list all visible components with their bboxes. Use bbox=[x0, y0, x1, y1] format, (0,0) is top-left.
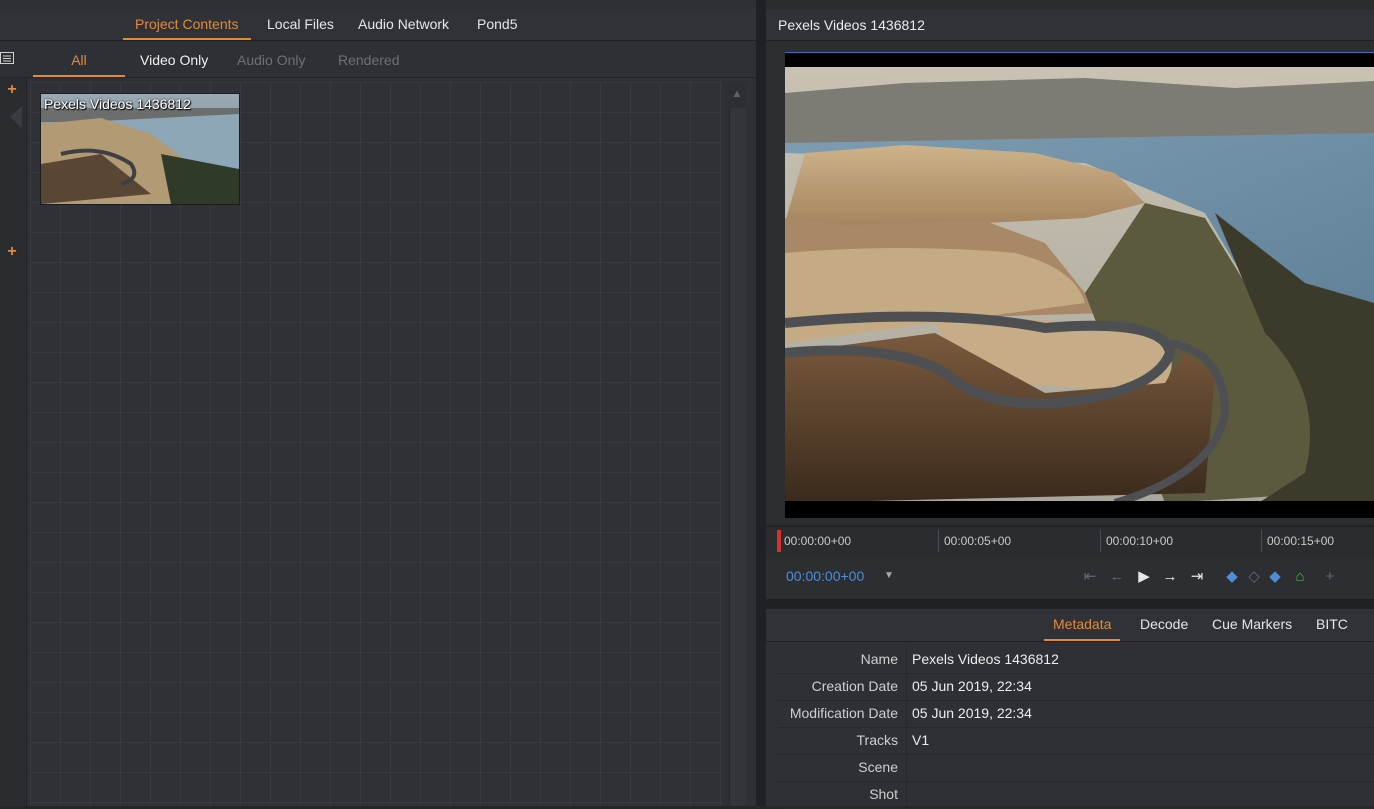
step-back-icon[interactable]: ← bbox=[1108, 568, 1126, 586]
metadata-value[interactable]: V1 bbox=[912, 727, 929, 754]
ruler-tick bbox=[938, 530, 939, 552]
plus-icon[interactable]: + bbox=[5, 244, 19, 260]
tab-project-contents[interactable]: Project Contents bbox=[123, 10, 251, 40]
plus-icon[interactable]: + bbox=[5, 82, 19, 98]
filter-bar: All Video Only Audio Only Rendered bbox=[0, 41, 756, 78]
current-timecode[interactable]: 00:00:00+00 bbox=[786, 568, 864, 584]
ruler-tick bbox=[1100, 530, 1101, 552]
tab-pond5[interactable]: Pond5 bbox=[465, 10, 529, 38]
ruler-timecode: 00:00:05+00 bbox=[944, 534, 1012, 548]
tab-audio-network[interactable]: Audio Network bbox=[346, 10, 461, 38]
scrollbar[interactable] bbox=[729, 108, 746, 806]
chevron-down-icon[interactable]: ▼ bbox=[884, 570, 894, 581]
metadata-label: Name bbox=[860, 651, 898, 667]
play-icon[interactable]: ▶ bbox=[1135, 568, 1153, 586]
metadata-value[interactable]: 05 Jun 2019, 22:34 bbox=[912, 673, 1032, 700]
tab-decode[interactable]: Decode bbox=[1140, 609, 1188, 639]
metadata-label: Scene bbox=[858, 759, 898, 775]
ruler-tick bbox=[1261, 530, 1262, 552]
tab-local-files[interactable]: Local Files bbox=[255, 10, 346, 38]
metadata-label: Shot bbox=[869, 786, 898, 802]
ruler-timecode: 00:00:00+00 bbox=[784, 534, 852, 548]
filter-rendered[interactable]: Rendered bbox=[338, 41, 400, 75]
plus-icon[interactable]: + bbox=[1321, 568, 1339, 586]
panel-divider[interactable] bbox=[756, 0, 766, 806]
metadata-label: Tracks bbox=[856, 732, 898, 748]
collapse-arrow-icon[interactable] bbox=[8, 106, 22, 128]
project-tabs: Project Contents Local Files Audio Netwo… bbox=[0, 10, 756, 41]
list-view-icon[interactable] bbox=[0, 52, 14, 64]
mark-in-icon[interactable]: ◆ bbox=[1223, 568, 1241, 586]
metadata-value[interactable]: Pexels Videos 1436812 bbox=[912, 646, 1059, 673]
metadata-row: Modification Date 05 Jun 2019, 22:34 bbox=[778, 700, 1374, 728]
metadata-row: Creation Date 05 Jun 2019, 22:34 bbox=[778, 673, 1374, 701]
metadata-row: Name Pexels Videos 1436812 bbox=[778, 646, 1374, 674]
video-frame[interactable] bbox=[784, 52, 1374, 518]
go-to-end-icon[interactable]: ⇥ bbox=[1188, 568, 1206, 586]
bin-strip: + + bbox=[0, 78, 27, 806]
viewer-title: Pexels Videos 1436812 bbox=[778, 17, 925, 33]
metadata-value[interactable]: 05 Jun 2019, 22:34 bbox=[912, 700, 1032, 727]
add-marker-icon[interactable]: ◇ bbox=[1245, 568, 1263, 586]
ruler-timecode: 00:00:10+00 bbox=[1106, 534, 1174, 548]
step-forward-icon[interactable]: → bbox=[1161, 568, 1179, 586]
scroll-up-icon[interactable]: ▲ bbox=[731, 88, 743, 100]
metadata-row: Shot bbox=[778, 781, 1374, 809]
tab-metadata[interactable]: Metadata bbox=[1044, 609, 1121, 641]
filter-video-only[interactable]: Video Only bbox=[140, 41, 208, 75]
tab-cue-markers[interactable]: Cue Markers bbox=[1212, 609, 1292, 639]
filter-all[interactable]: All bbox=[33, 41, 125, 77]
clip-title: Pexels Videos 1436812 bbox=[44, 96, 191, 112]
ruler-timecode: 00:00:15+00 bbox=[1267, 534, 1335, 548]
metadata-label: Creation Date bbox=[811, 678, 898, 694]
panel-gap bbox=[766, 599, 1374, 609]
video-image bbox=[784, 53, 1374, 518]
mark-out-icon[interactable]: ◆ bbox=[1266, 568, 1284, 586]
playhead[interactable] bbox=[777, 530, 781, 552]
go-to-start-icon[interactable]: ⇤ bbox=[1081, 568, 1099, 586]
metadata-row: Scene bbox=[778, 754, 1374, 782]
home-icon[interactable]: ⌂ bbox=[1291, 568, 1309, 586]
metadata-label: Modification Date bbox=[789, 705, 898, 721]
tab-bitc[interactable]: BITC bbox=[1316, 609, 1348, 639]
metadata-row: Tracks V1 bbox=[778, 727, 1374, 755]
filter-audio-only[interactable]: Audio Only bbox=[237, 41, 305, 75]
